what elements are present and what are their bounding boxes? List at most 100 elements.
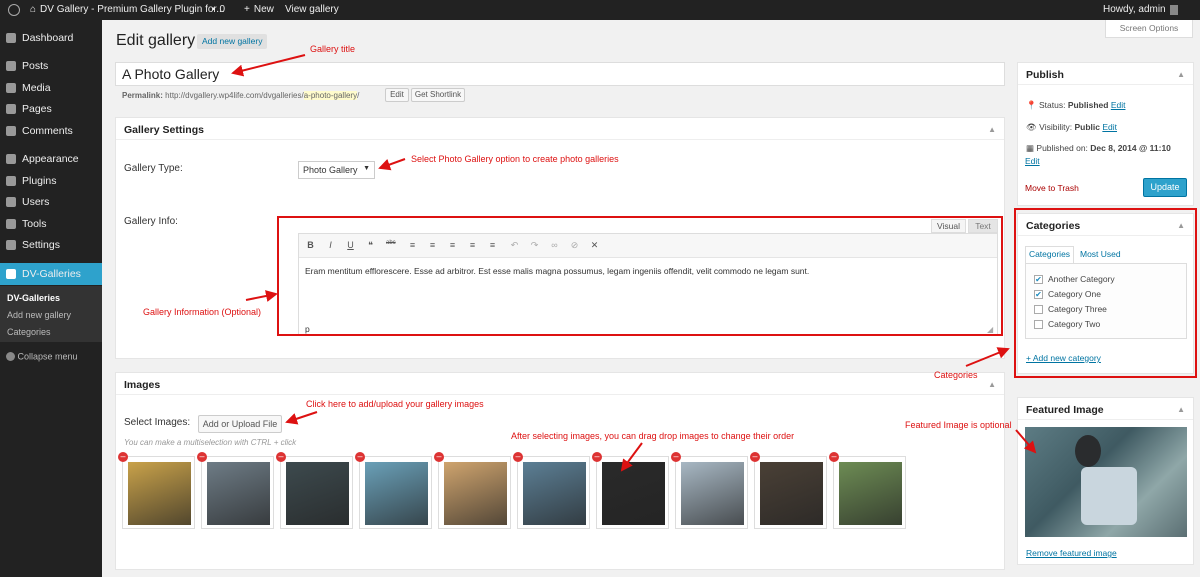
gallery-info-content[interactable]: Eram mentitum efflorescere. Esse ad arbi…	[305, 266, 809, 276]
toggle-arrow-icon[interactable]: ▲	[1177, 221, 1185, 230]
add-new-category-link[interactable]: + Add new category	[1026, 353, 1101, 363]
view-gallery-link[interactable]: View gallery	[285, 0, 339, 20]
gallery-thumbnail[interactable]: –	[750, 452, 827, 529]
category-checkbox[interactable]	[1034, 305, 1043, 314]
gallery-info-editor	[298, 233, 998, 335]
account-menu[interactable]: Howdy, admin	[1103, 0, 1178, 20]
resize-handle-icon[interactable]: ◢	[987, 325, 993, 334]
sidebar-item-comments[interactable]: Comments	[0, 120, 102, 142]
publish-heading[interactable]: Publish ▲	[1018, 63, 1193, 85]
sidebar-item-appearance[interactable]: Appearance	[0, 148, 102, 170]
category-checkbox[interactable]: ✔	[1034, 275, 1043, 284]
gallery-thumbnail[interactable]: –	[829, 452, 906, 529]
dashboard-icon	[6, 33, 16, 43]
remove-image-icon[interactable]: –	[592, 452, 602, 462]
sidebar-item-dashboard[interactable]: Dashboard	[0, 27, 102, 49]
undo-icon[interactable]: ↶	[510, 240, 519, 250]
toggle-arrow-icon[interactable]: ▲	[988, 380, 996, 389]
tab-visual[interactable]: Visual	[931, 219, 966, 233]
gallery-settings-heading[interactable]: Gallery Settings ▲	[116, 118, 1004, 140]
remove-image-icon[interactable]: –	[355, 452, 365, 462]
strikethrough-icon[interactable]: abc	[386, 240, 396, 250]
sidebar-item-users[interactable]: Users	[0, 191, 102, 213]
gallery-type-select[interactable]: Photo Gallery ▼	[298, 161, 375, 179]
remove-image-icon[interactable]: –	[434, 452, 444, 462]
gallery-thumbnail[interactable]: –	[592, 452, 669, 529]
sidebar-item-pages[interactable]: Pages	[0, 98, 102, 120]
remove-image-icon[interactable]: –	[671, 452, 681, 462]
add-new-gallery-button[interactable]: Add new gallery	[197, 34, 268, 49]
submenu-categories[interactable]: Categories	[7, 327, 51, 337]
move-to-trash-link[interactable]: Move to Trash	[1025, 183, 1079, 193]
gallery-thumbnail[interactable]: –	[276, 452, 353, 529]
align-center-icon[interactable]: ≡	[468, 240, 477, 250]
blockquote-icon[interactable]: ❝	[366, 240, 375, 250]
sidebar-item-tools[interactable]: Tools	[0, 213, 102, 235]
wordpress-logo-icon[interactable]	[8, 0, 20, 20]
remove-image-icon[interactable]: –	[750, 452, 760, 462]
sidebar-item-dv-galleries[interactable]: DV-Galleries	[0, 263, 102, 285]
submenu-add-new-gallery[interactable]: Add new gallery	[7, 310, 71, 320]
collapse-menu[interactable]: Collapse menu	[6, 351, 78, 362]
category-checkbox[interactable]	[1034, 320, 1043, 329]
greeting: Howdy, admin	[1103, 4, 1166, 15]
annotation-featured: Featured Image is optional	[905, 420, 1012, 430]
numbered-list-icon[interactable]: ≡	[428, 240, 437, 250]
remove-image-icon[interactable]: –	[118, 452, 128, 462]
redo-icon[interactable]: ↷	[530, 240, 539, 250]
toggle-arrow-icon[interactable]: ▲	[1177, 405, 1185, 414]
toggle-arrow-icon[interactable]: ▲	[1177, 70, 1185, 79]
gallery-thumbnail[interactable]: –	[671, 452, 748, 529]
add-upload-file-button[interactable]: Add or Upload File	[198, 415, 282, 433]
select-images-label: Select Images:	[124, 417, 191, 428]
get-shortlink-button[interactable]: Get Shortlink	[411, 88, 465, 102]
update-button[interactable]: Update	[1143, 178, 1187, 197]
tab-most-used[interactable]: Most Used	[1080, 249, 1121, 259]
images-heading[interactable]: Images ▲	[116, 373, 1004, 395]
permalink-edit-button[interactable]: Edit	[385, 88, 409, 102]
toggle-arrow-icon[interactable]: ▲	[988, 125, 996, 134]
featured-image[interactable]	[1025, 427, 1187, 537]
sidebar-item-label: Settings	[22, 239, 60, 251]
bold-icon[interactable]: B	[306, 240, 315, 250]
remove-image-icon[interactable]: –	[829, 452, 839, 462]
thumbnail-photo	[365, 462, 428, 525]
remove-image-icon[interactable]: –	[276, 452, 286, 462]
fullscreen-icon[interactable]: ✕	[590, 240, 599, 250]
align-left-icon[interactable]: ≡	[448, 240, 457, 250]
align-right-icon[interactable]: ≡	[488, 240, 497, 250]
site-title-link[interactable]: ⌂ DV Gallery - Premium Gallery Plugin fo…	[30, 0, 225, 20]
category-checkbox[interactable]: ✔	[1034, 290, 1043, 299]
status-edit-link[interactable]: Edit	[1111, 100, 1126, 110]
sidebar-item-media[interactable]: Media	[0, 77, 102, 99]
tab-text[interactable]: Text	[968, 219, 998, 233]
permalink-slug[interactable]: a-photo-gallery	[303, 91, 358, 100]
italic-icon[interactable]: I	[326, 240, 335, 250]
gallery-thumbnail[interactable]: –	[434, 452, 511, 529]
comments-link[interactable]: ▪ 0	[212, 0, 225, 20]
sidebar-item-settings[interactable]: Settings	[0, 234, 102, 256]
gallery-thumbnail[interactable]: –	[355, 452, 432, 529]
sidebar-item-posts[interactable]: Posts	[0, 55, 102, 77]
categories-heading[interactable]: Categories ▲	[1018, 214, 1193, 236]
remove-featured-image-link[interactable]: Remove featured image	[1026, 548, 1117, 558]
tab-categories[interactable]: Categories	[1025, 246, 1074, 263]
new-content-link[interactable]: + New	[244, 0, 274, 20]
avatar	[1169, 5, 1178, 15]
screen-options-button[interactable]: Screen Options	[1105, 20, 1193, 38]
featured-image-heading[interactable]: Featured Image ▲	[1018, 398, 1193, 420]
gallery-title-input[interactable]: A Photo Gallery	[115, 62, 1005, 86]
underline-icon[interactable]: U	[346, 240, 355, 250]
sidebar-item-plugins[interactable]: Plugins	[0, 170, 102, 192]
gallery-thumbnail[interactable]: –	[197, 452, 274, 529]
remove-image-icon[interactable]: –	[513, 452, 523, 462]
submenu-dv-galleries[interactable]: DV-Galleries	[7, 293, 60, 303]
link-icon[interactable]: ∞	[550, 240, 559, 250]
gallery-thumbnail[interactable]: –	[118, 452, 195, 529]
gallery-thumbnail[interactable]: –	[513, 452, 590, 529]
bullet-list-icon[interactable]: ≡	[408, 240, 417, 250]
visibility-edit-link[interactable]: Edit	[1102, 122, 1117, 132]
unlink-icon[interactable]: ⊘	[570, 240, 579, 250]
published-edit-link[interactable]: Edit	[1025, 156, 1040, 166]
remove-image-icon[interactable]: –	[197, 452, 207, 462]
